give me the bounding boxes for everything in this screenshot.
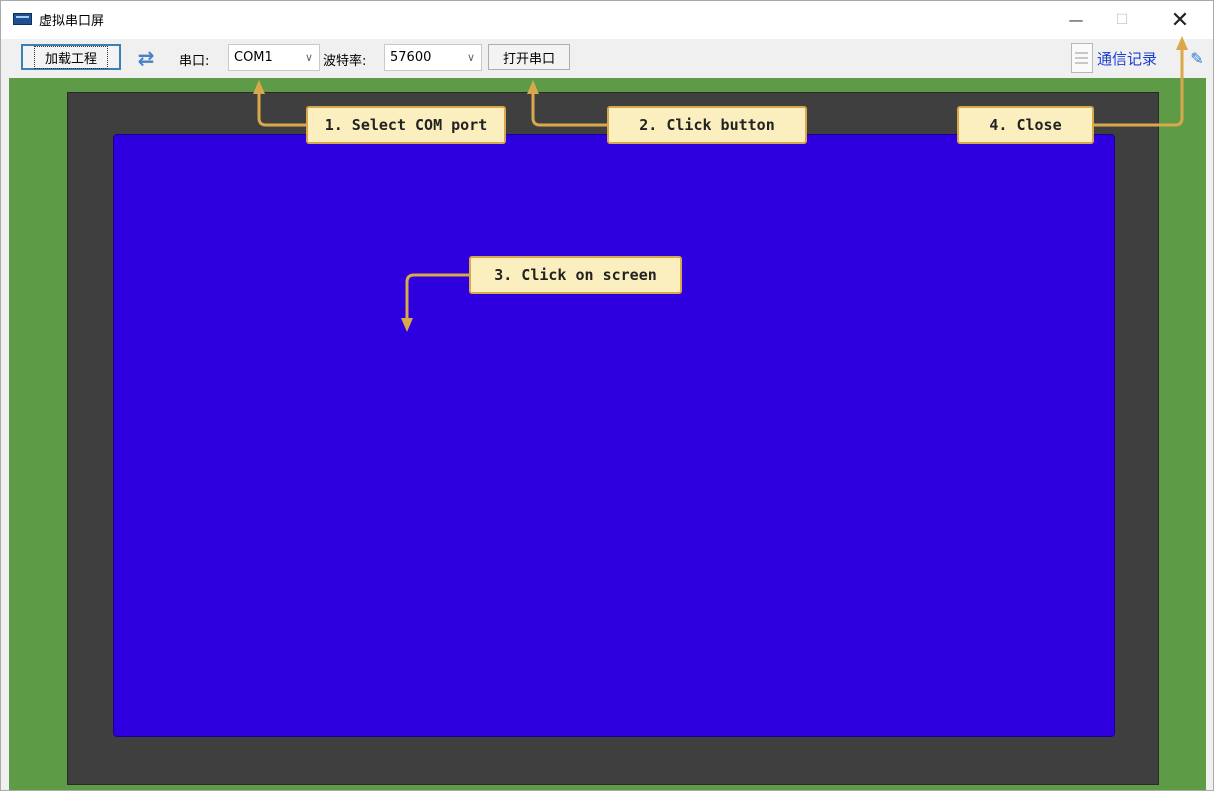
- maximize-button[interactable]: ☐: [1099, 1, 1145, 39]
- close-icon: ✕: [1170, 7, 1190, 33]
- minimize-button[interactable]: —: [1053, 1, 1099, 39]
- callout-step3: 3. Click on screen: [469, 256, 682, 294]
- chevron-down-icon: ∨: [304, 51, 314, 64]
- maximize-icon: ☐: [1115, 12, 1129, 28]
- app-icon: [13, 13, 32, 25]
- open-port-label: 打开串口: [502, 51, 555, 67]
- minimize-icon: —: [1068, 11, 1084, 29]
- baud-select[interactable]: 57600 ∨: [384, 44, 482, 71]
- callout-step1: 1. Select COM port: [306, 106, 506, 144]
- port-label: 串口:: [179, 54, 210, 69]
- document-icon: [1071, 43, 1093, 73]
- callout-step2: 2. Click button: [607, 106, 807, 144]
- title-bar: 虚拟串口屏 — ☐ ✕: [1, 1, 1213, 39]
- chevron-down-icon: ∨: [466, 51, 476, 64]
- pin-icon[interactable]: ✎: [1185, 47, 1209, 71]
- load-project-label: 加载工程: [33, 45, 108, 69]
- load-project-button[interactable]: 加载工程: [21, 44, 121, 70]
- window-title: 虚拟串口屏: [39, 14, 105, 29]
- port-value: COM1: [234, 50, 273, 65]
- comm-log-link[interactable]: 通信记录: [1097, 48, 1157, 69]
- baud-value: 57600: [390, 50, 432, 65]
- screen-bezel: [67, 92, 1159, 785]
- baud-label: 波特率:: [323, 54, 367, 69]
- simulator-stage: [9, 78, 1206, 790]
- refresh-icon[interactable]: ⇄: [135, 47, 157, 69]
- toolbar: 加载工程 ⇄ 串口: COM1 ∨ 波特率: 57600 ∨ 打开串口 通信记录…: [1, 39, 1213, 77]
- port-select[interactable]: COM1 ∨: [228, 44, 320, 71]
- close-button[interactable]: ✕: [1157, 1, 1203, 39]
- virtual-screen[interactable]: [113, 134, 1115, 737]
- open-port-button[interactable]: 打开串口: [488, 44, 570, 70]
- callout-step4: 4. Close: [957, 106, 1094, 144]
